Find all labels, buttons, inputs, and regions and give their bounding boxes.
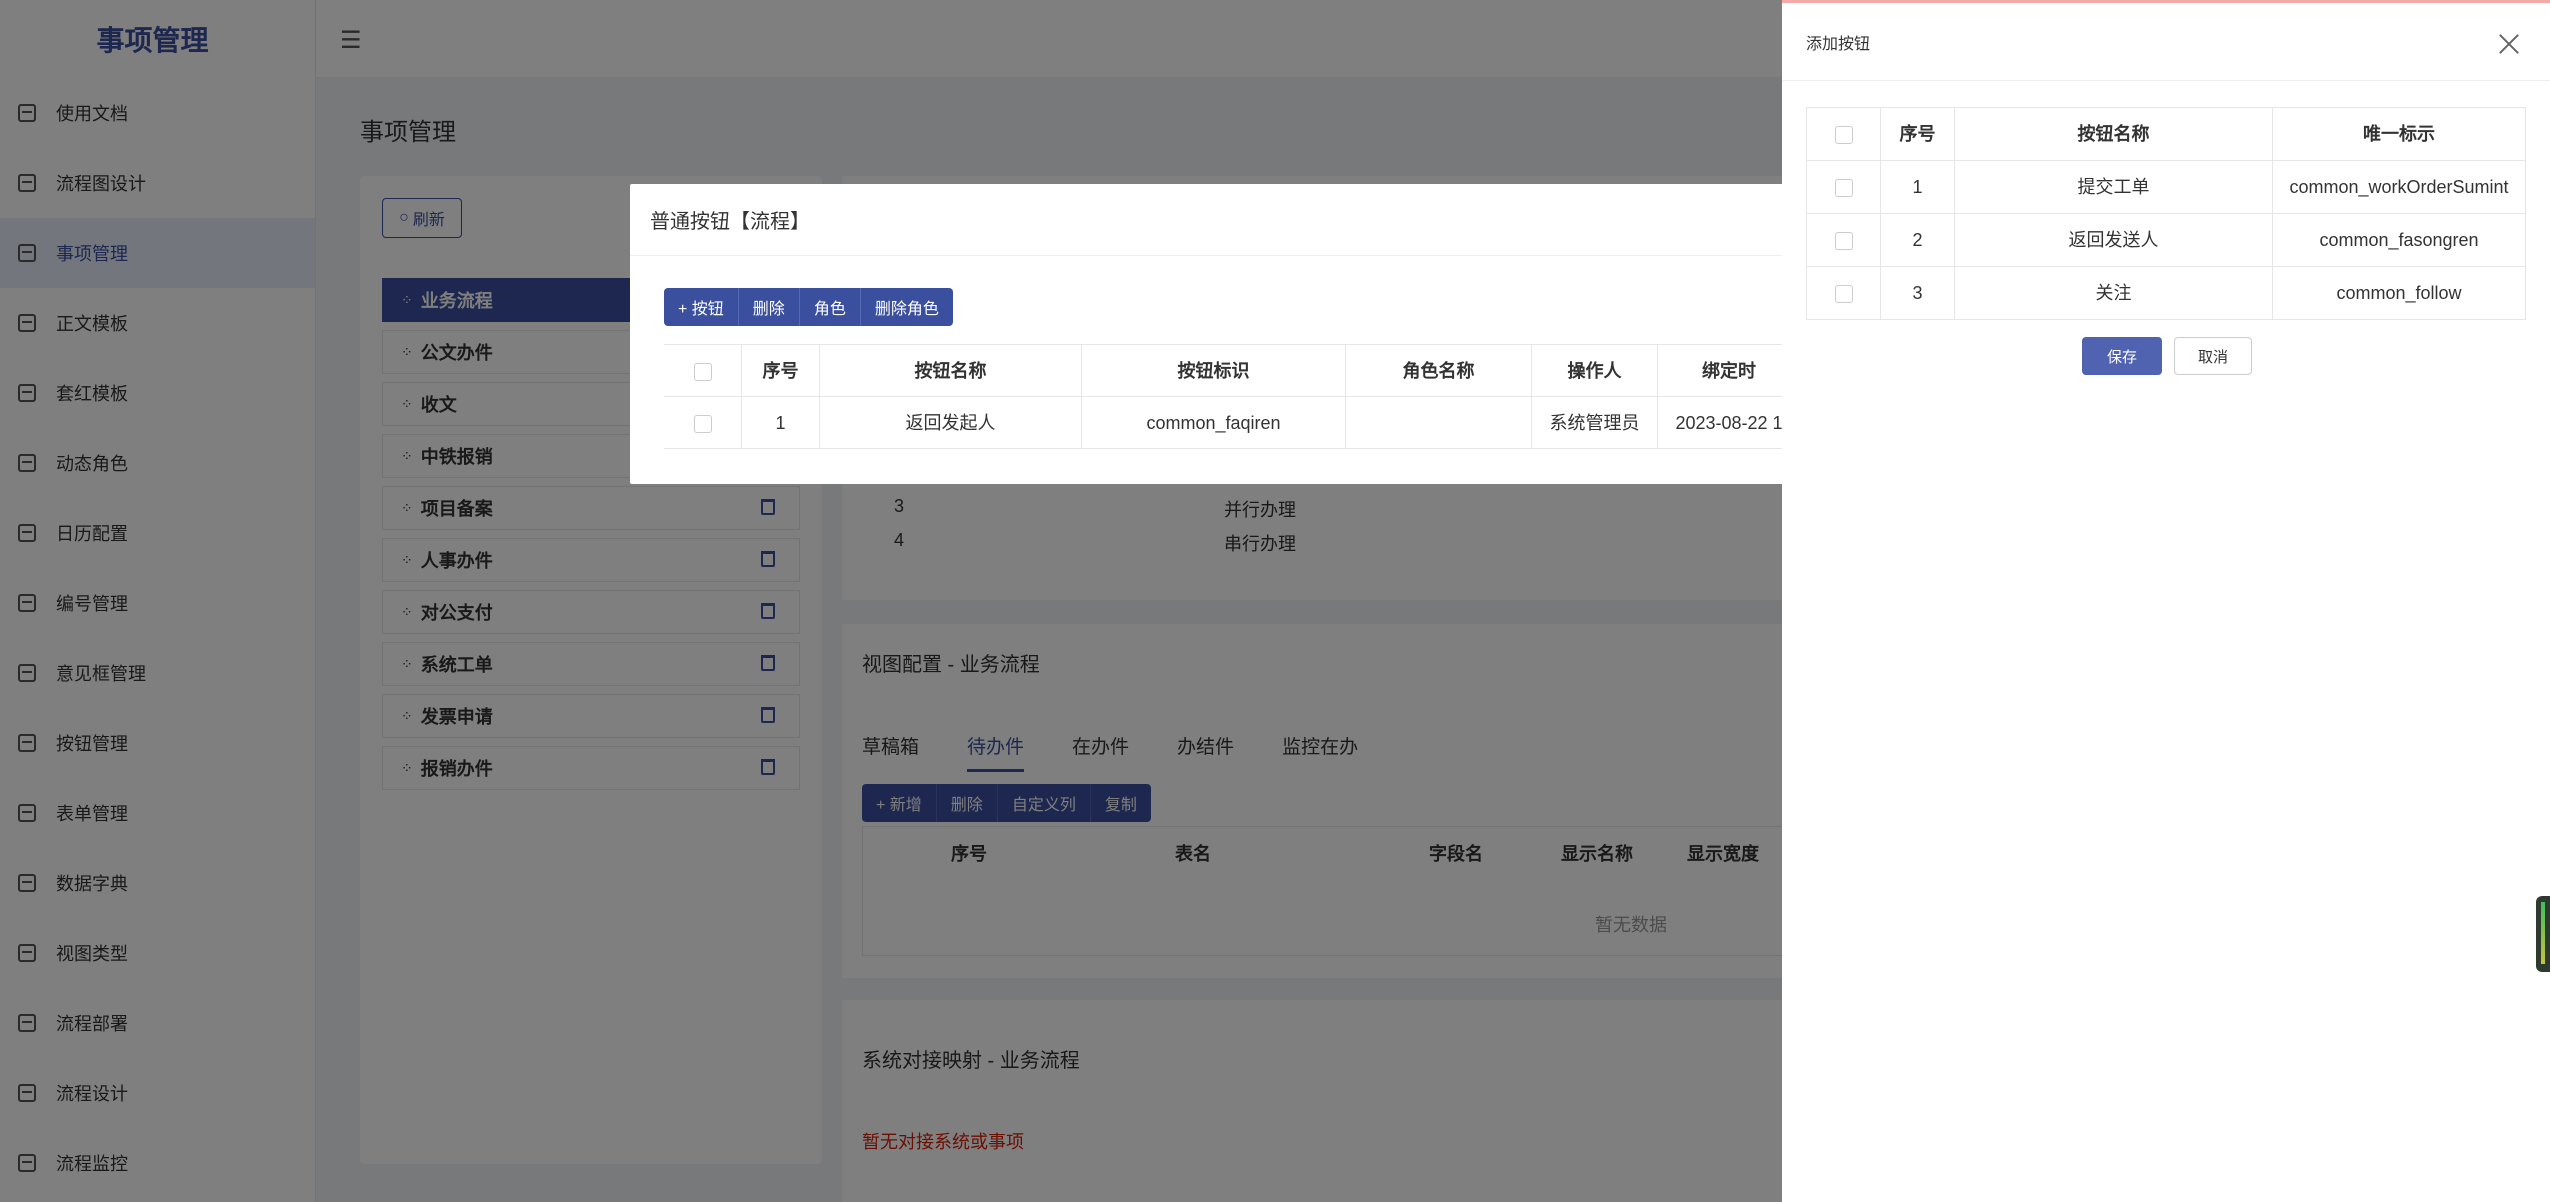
column-header: 角色名称 <box>1346 345 1532 397</box>
select-all-cell <box>1807 108 1881 161</box>
select-all-cell <box>664 345 742 397</box>
row-index: 3 <box>1881 267 1955 320</box>
row-role-name <box>1346 397 1532 449</box>
row-select-cell <box>664 397 742 449</box>
column-header: 序号 <box>1881 108 1955 161</box>
row-bind-time: 2023-08-22 1 <box>1675 413 1783 433</box>
button-dialog-table: 序号 按钮名称 按钮标识 角色名称 操作人 绑定时 1 返回发起人 common… <box>664 344 1800 449</box>
table-header-row: 序号 按钮名称 唯一标示 <box>1807 108 2525 161</box>
row-unique-key: common_fasongren <box>2319 230 2479 250</box>
column-header: 按钮标识 <box>1082 345 1346 397</box>
table-row[interactable]: 1 提交工单 common_workOrderSumint <box>1807 161 2525 214</box>
row-index: 1 <box>742 397 820 449</box>
select-all-checkbox[interactable] <box>693 363 712 382</box>
row-select-cell <box>1807 214 1881 267</box>
row-checkbox[interactable] <box>1834 285 1853 304</box>
column-header: 按钮名称 <box>1955 108 2273 161</box>
add-button-button[interactable]: + 按钮 <box>664 288 739 326</box>
row-checkbox[interactable] <box>693 415 712 434</box>
table-row[interactable]: 3 关注 common_follow <box>1807 267 2525 320</box>
button-dialog-toolbar: + 按钮 删除 角色 删除角色 <box>664 288 953 326</box>
row-button-name: 提交工单 <box>1955 161 2273 214</box>
button-dialog-title: 普通按钮【流程】 <box>630 184 1800 256</box>
row-index: 1 <box>1881 161 1955 214</box>
row-button-key: common_faqiren <box>1082 397 1346 449</box>
row-unique-key: common_follow <box>2336 283 2462 303</box>
row-index: 2 <box>1881 214 1955 267</box>
row-operator: 系统管理员 <box>1532 397 1658 449</box>
close-icon[interactable] <box>2498 33 2520 55</box>
add-button-drawer: 添加按钮 序号 按钮名称 唯一标示 1 提交工单 common_workOrde… <box>1782 0 2550 1202</box>
row-unique-key: common_workOrderSumint <box>2289 177 2509 197</box>
delete-button-button[interactable]: 删除 <box>738 288 800 326</box>
role-button[interactable]: 角色 <box>799 288 861 326</box>
column-header: 操作人 <box>1532 345 1658 397</box>
table-row[interactable]: 1 返回发起人 common_faqiren 系统管理员 2023-08-22 … <box>664 397 1800 449</box>
row-checkbox[interactable] <box>1834 232 1853 251</box>
drawer-title: 添加按钮 <box>1782 3 2550 81</box>
row-button-name: 返回发送人 <box>1955 214 2273 267</box>
column-header: 按钮名称 <box>820 345 1082 397</box>
save-button[interactable]: 保存 <box>2082 337 2162 375</box>
table-header-row: 序号 按钮名称 按钮标识 角色名称 操作人 绑定时 <box>664 345 1800 397</box>
add-button-table: 序号 按钮名称 唯一标示 1 提交工单 common_workOrderSumi… <box>1806 107 2526 320</box>
row-select-cell <box>1807 161 1881 214</box>
button-dialog: 普通按钮【流程】 + 按钮 删除 角色 删除角色 序号 按钮名称 按钮标识 角色… <box>630 184 1800 484</box>
row-checkbox[interactable] <box>1834 179 1853 198</box>
row-button-name: 关注 <box>1955 267 2273 320</box>
column-header: 绑定时 <box>1702 361 1756 381</box>
delete-role-button[interactable]: 删除角色 <box>860 288 953 326</box>
row-select-cell <box>1807 267 1881 320</box>
select-all-checkbox[interactable] <box>1834 126 1853 145</box>
cancel-button[interactable]: 取消 <box>2174 337 2252 375</box>
side-widget-handle[interactable] <box>2536 896 2550 972</box>
table-row[interactable]: 2 返回发送人 common_fasongren <box>1807 214 2525 267</box>
column-header: 序号 <box>742 345 820 397</box>
column-header: 唯一标示 <box>2363 124 2435 144</box>
row-button-name: 返回发起人 <box>820 397 1082 449</box>
